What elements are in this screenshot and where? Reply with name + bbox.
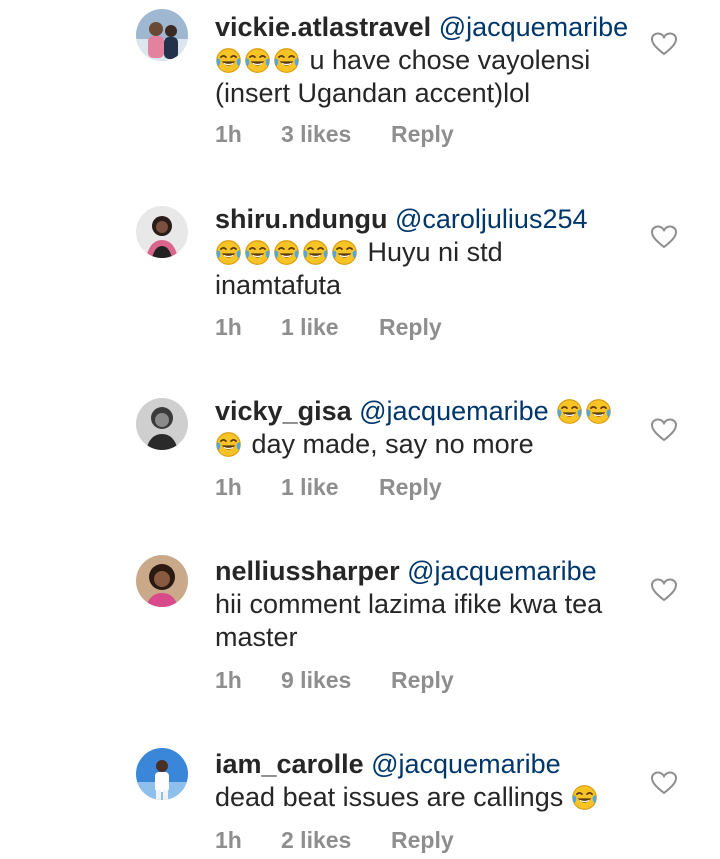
heart-icon[interactable] (651, 418, 677, 442)
avatar[interactable] (136, 398, 188, 450)
tears-of-joy-emoji (244, 47, 271, 74)
timestamp: 1h (215, 474, 242, 500)
mention-link[interactable]: @caroljulius254 (395, 204, 588, 234)
mention-link[interactable]: @jacquemaribe (359, 396, 549, 426)
tears-of-joy-emoji (215, 47, 242, 74)
likes-count[interactable]: 3 likes (281, 121, 351, 148)
username[interactable]: nelliussharper (215, 556, 400, 586)
tears-of-joy-emoji (556, 398, 583, 425)
username[interactable]: vicky_gisa (215, 396, 352, 426)
reply-button[interactable]: Reply (391, 827, 454, 854)
likes-count[interactable]: 9 likes (281, 667, 351, 694)
comment-text: nelliussharper @jacquemaribe hii comment… (215, 555, 635, 654)
comment-text: vicky_gisa @jacquemaribe day made, say n… (215, 395, 635, 461)
tears-of-joy-emoji (273, 239, 300, 266)
tears-of-joy-emoji (244, 239, 271, 266)
avatar[interactable] (136, 9, 188, 61)
comment-text-line: Huyu ni std (367, 237, 503, 267)
heart-icon[interactable] (651, 32, 677, 56)
likes-count[interactable]: 2 likes (281, 827, 351, 854)
tears-of-joy-emoji (215, 431, 242, 458)
tears-of-joy-emoji (585, 398, 612, 425)
comment-text: iam_carolle @jacquemaribe dead beat issu… (215, 748, 635, 814)
tears-of-joy-emoji (273, 47, 300, 74)
username[interactable]: iam_carolle (215, 749, 364, 779)
timestamp: 1h (215, 314, 242, 340)
tears-of-joy-emoji (331, 239, 358, 266)
tears-of-joy-emoji (571, 784, 598, 811)
comment-text-line: inamtafuta (215, 270, 342, 300)
comment-text-line: dead beat issues are callings (215, 782, 564, 812)
likes-count[interactable]: 1 like (281, 474, 339, 501)
heart-icon[interactable] (651, 771, 677, 795)
heart-icon[interactable] (651, 225, 677, 249)
comment-text-line: u have chose vayolensi (309, 45, 591, 75)
comment-text-line: hii comment lazima ifike kwa tea (215, 589, 603, 619)
comment-text: shiru.ndungu @caroljulius254 Huyu ni std… (215, 203, 635, 302)
reply-button[interactable]: Reply (391, 121, 454, 148)
avatar[interactable] (136, 206, 188, 258)
heart-icon[interactable] (651, 578, 677, 602)
reply-button[interactable]: Reply (391, 667, 454, 694)
avatar[interactable] (136, 748, 188, 800)
reply-button[interactable]: Reply (379, 474, 442, 501)
timestamp: 1h (215, 827, 242, 853)
tears-of-joy-emoji (302, 239, 329, 266)
mention-link[interactable]: @jacquemaribe (407, 556, 597, 586)
username[interactable]: vickie.atlastravel (215, 12, 431, 42)
comment-text: vickie.atlastravel @jacquemaribe u have … (215, 11, 635, 110)
avatar[interactable] (136, 555, 188, 607)
comment-text-line: (insert Ugandan accent)lol (215, 78, 531, 108)
likes-count[interactable]: 1 like (281, 314, 339, 341)
tears-of-joy-emoji (215, 239, 242, 266)
username[interactable]: shiru.ndungu (215, 204, 387, 234)
mention-link[interactable]: @jacquemaribe (439, 12, 629, 42)
comment-text-line: master (215, 622, 298, 652)
comment-text-line: day made, say no more (251, 429, 534, 459)
timestamp: 1h (215, 121, 242, 147)
timestamp: 1h (215, 667, 242, 693)
mention-link[interactable]: @jacquemaribe (371, 749, 561, 779)
reply-button[interactable]: Reply (379, 314, 442, 341)
